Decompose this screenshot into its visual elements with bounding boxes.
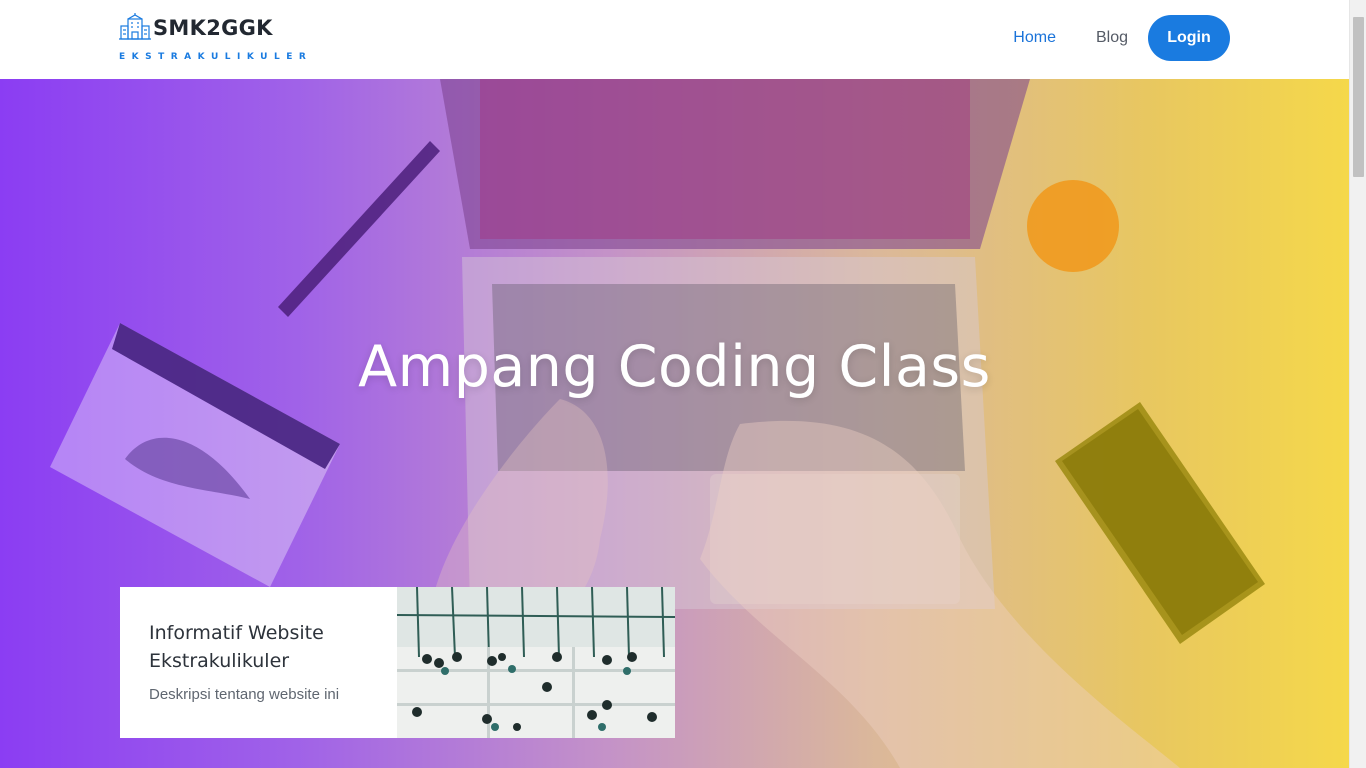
info-card[interactable]: Informatif Website Ekstrakulikuler Deskr… (120, 587, 675, 738)
school-building-icon (119, 13, 151, 43)
login-button[interactable]: Login (1148, 15, 1230, 61)
brand[interactable]: SMK2GGK EKSTRAKULIKULER (119, 13, 312, 62)
page-scrollbar[interactable] (1349, 0, 1366, 768)
brand-tagline: EKSTRAKULIKULER (119, 52, 313, 62)
office-hall-photo (397, 587, 675, 738)
card-title: Informatif Website Ekstrakulikuler (149, 622, 324, 672)
navbar: SMK2GGK EKSTRAKULIKULER Home Blog Login (0, 0, 1349, 79)
brand-row: SMK2GGK (119, 13, 312, 43)
card-image (397, 587, 675, 738)
scrollbar-thumb[interactable] (1353, 17, 1364, 177)
brand-name: SMK2GGK (153, 16, 273, 40)
card-description: Deskripsi tentang website ini (149, 686, 340, 703)
hero-title: Ampang Coding Class (358, 334, 991, 400)
nav-blog-link[interactable]: Blog (1096, 15, 1128, 61)
main-nav: Home Blog Login (1013, 15, 1230, 61)
nav-home-link[interactable]: Home (1013, 15, 1056, 61)
card-body: Informatif Website Ekstrakulikuler Deskr… (120, 587, 397, 738)
